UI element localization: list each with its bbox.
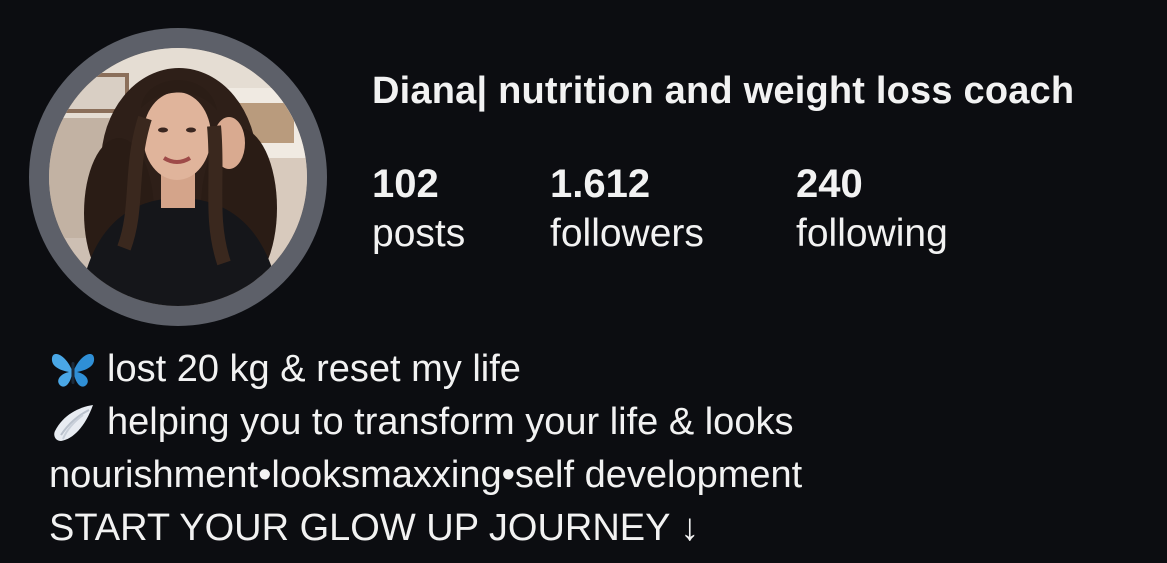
- followers-stat[interactable]: 1.612 followers: [550, 160, 704, 260]
- bio-line-4-text: START YOUR GLOW UP JOURNEY ↓: [49, 507, 700, 549]
- bio-line-1-text: lost 20 kg & reset my life: [107, 348, 521, 390]
- butterfly-icon: [49, 348, 97, 392]
- profile-avatar[interactable]: [29, 28, 327, 326]
- posts-count: 102: [372, 162, 439, 206]
- bio-line-4: START YOUR GLOW UP JOURNEY ↓: [49, 502, 802, 555]
- posts-label: posts: [372, 212, 466, 255]
- bio-line-3: nourishment•looksmaxxing•self developmen…: [49, 449, 802, 502]
- following-count: 240: [796, 162, 863, 206]
- avatar-photo: [49, 48, 307, 306]
- profile-bio: lost 20 kg & reset my life helping you t…: [49, 343, 802, 555]
- followers-label: followers: [550, 212, 704, 255]
- followers-count: 1.612: [550, 162, 651, 206]
- profile-display-name: Diana| nutrition and weight loss coach: [372, 70, 1075, 112]
- wing-icon: [49, 401, 97, 445]
- bio-line-2: helping you to transform your life & loo…: [49, 396, 802, 449]
- following-stat[interactable]: 240 following: [796, 160, 948, 260]
- bio-line-1: lost 20 kg & reset my life: [49, 343, 802, 396]
- bio-line-2-text: helping you to transform your life & loo…: [107, 401, 794, 443]
- posts-stat[interactable]: 102 posts: [372, 160, 465, 260]
- bio-line-3-text: nourishment•looksmaxxing•self developmen…: [49, 454, 803, 496]
- following-label: following: [796, 212, 948, 255]
